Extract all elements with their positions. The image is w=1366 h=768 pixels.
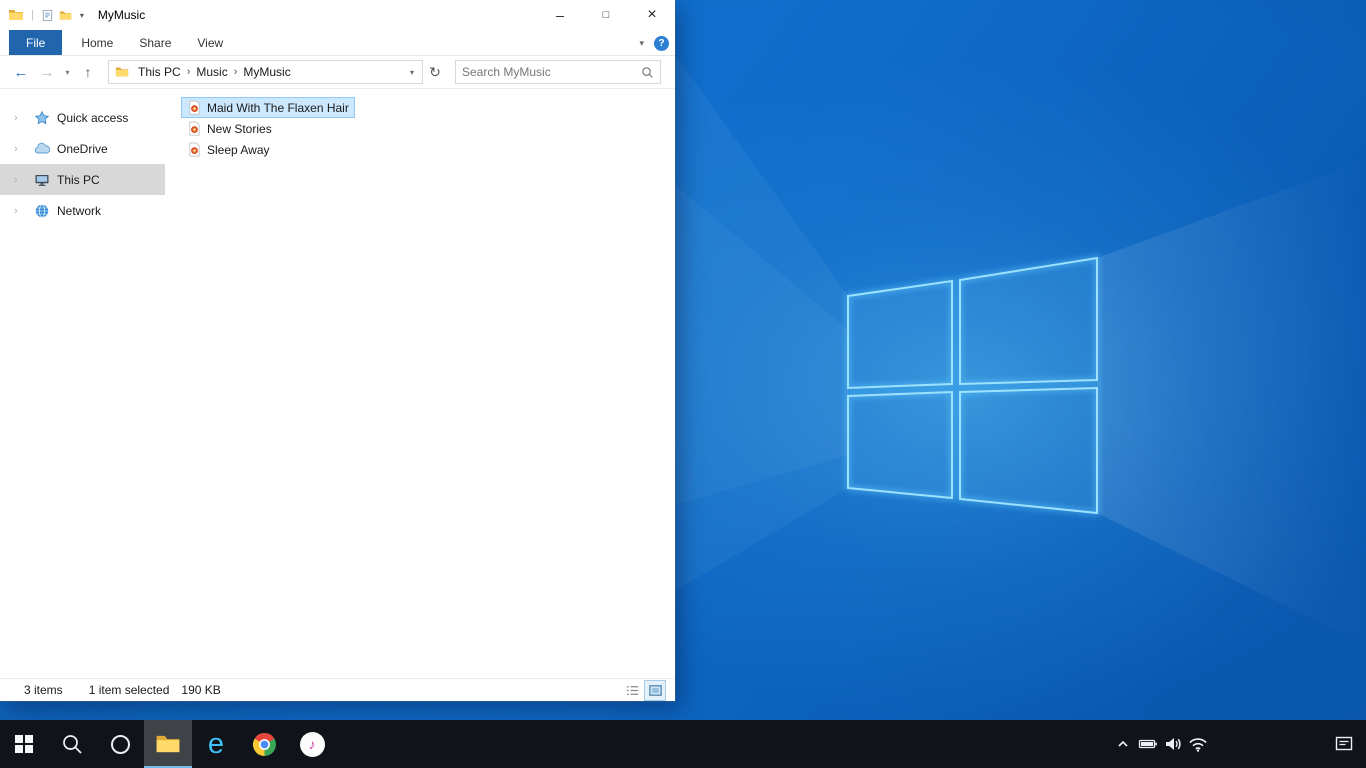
tab-home[interactable]: Home bbox=[68, 30, 126, 55]
refresh-button[interactable]: ↻ bbox=[423, 64, 447, 81]
file-item-selected[interactable]: Maid With The Flaxen Hair bbox=[181, 97, 355, 118]
quick-access-star-icon bbox=[34, 110, 50, 126]
file-list: Maid With The Flaxen Hair New Stories Sl… bbox=[165, 89, 675, 678]
expander-chevron-icon[interactable]: › bbox=[14, 143, 18, 155]
taskbar-internet-explorer-button[interactable]: e bbox=[192, 720, 240, 768]
audio-file-icon bbox=[187, 100, 202, 115]
status-bar: 3 items 1 item selected 190 KB bbox=[0, 678, 675, 701]
qat-properties-button[interactable] bbox=[39, 4, 57, 26]
taskbar-chrome-button[interactable] bbox=[240, 720, 288, 768]
window-controls: – □ × bbox=[537, 0, 675, 30]
qat-customize-chevron-icon[interactable]: ▾ bbox=[75, 11, 89, 20]
help-button[interactable]: ? bbox=[654, 35, 669, 51]
tray-spacer bbox=[1210, 720, 1322, 768]
start-button[interactable] bbox=[0, 720, 48, 768]
desktop: | ▾ MyMusic – □ × File Home Share View ▾ bbox=[0, 0, 1366, 768]
breadcrumb-music[interactable]: Music bbox=[191, 65, 232, 79]
tab-share[interactable]: Share bbox=[126, 30, 184, 55]
breadcrumb-mymusic[interactable]: MyMusic bbox=[238, 65, 295, 79]
thumbnail-view-icon bbox=[648, 684, 662, 696]
expander-chevron-icon[interactable]: › bbox=[14, 112, 18, 124]
audio-file-icon bbox=[187, 142, 202, 157]
navigation-bar: ← → ▾ ↑ This PC › Music › MyMusic ▾ ↻ bbox=[0, 56, 675, 89]
maximize-button[interactable]: □ bbox=[583, 0, 629, 30]
details-view-icon bbox=[626, 685, 638, 695]
sidebar-item-label: Network bbox=[57, 203, 102, 218]
this-pc-monitor-icon bbox=[34, 172, 50, 188]
file-name: Maid With The Flaxen Hair bbox=[207, 100, 349, 115]
battery-icon[interactable] bbox=[1135, 720, 1160, 768]
file-explorer-window: | ▾ MyMusic – □ × File Home Share View ▾ bbox=[0, 0, 675, 701]
network-globe-icon bbox=[34, 203, 50, 219]
close-button[interactable]: × bbox=[629, 0, 675, 30]
titlebar[interactable]: | ▾ MyMusic – □ × bbox=[0, 0, 675, 30]
wifi-icon[interactable] bbox=[1185, 720, 1210, 768]
ribbon-expand-chevron-icon[interactable]: ▾ bbox=[639, 38, 644, 49]
window-title: MyMusic bbox=[97, 8, 146, 22]
action-center-icon bbox=[1335, 736, 1353, 751]
recent-locations-chevron-icon[interactable]: ▾ bbox=[60, 68, 75, 77]
volume-icon[interactable] bbox=[1160, 720, 1185, 768]
forward-button[interactable]: → bbox=[34, 65, 60, 80]
windows-start-icon bbox=[15, 735, 33, 753]
sidebar-item-onedrive[interactable]: › OneDrive bbox=[0, 133, 165, 164]
app-folder-icon bbox=[8, 7, 24, 23]
search-icon bbox=[63, 735, 82, 754]
new-folder-icon bbox=[60, 10, 72, 20]
internet-explorer-icon: e bbox=[207, 727, 225, 760]
ribbon-tab-bar: File Home Share View ▾ ? bbox=[0, 30, 675, 56]
expander-chevron-icon[interactable]: › bbox=[14, 205, 18, 217]
file-name: Sleep Away bbox=[207, 142, 270, 157]
minimize-button[interactable]: – bbox=[537, 0, 583, 30]
breadcrumb-this-pc[interactable]: This PC bbox=[133, 65, 186, 79]
properties-icon bbox=[43, 9, 53, 21]
search-input[interactable] bbox=[462, 65, 641, 79]
up-button[interactable]: ↑ bbox=[75, 65, 101, 79]
address-folder-icon bbox=[115, 65, 129, 79]
cortana-circle-icon bbox=[110, 734, 130, 754]
address-bar[interactable]: This PC › Music › MyMusic ▾ bbox=[108, 60, 423, 84]
thumbnail-view-button[interactable] bbox=[645, 680, 665, 700]
file-item[interactable]: New Stories bbox=[181, 118, 278, 139]
sidebar-item-label: OneDrive bbox=[57, 141, 108, 156]
taskbar-itunes-button[interactable]: ♪ bbox=[288, 720, 336, 768]
search-box bbox=[455, 60, 661, 84]
sidebar-item-network[interactable]: › Network bbox=[0, 195, 165, 226]
tab-view[interactable]: View bbox=[184, 30, 236, 55]
audio-file-icon bbox=[187, 121, 202, 136]
status-selection: 1 item selected bbox=[88, 683, 170, 697]
details-view-button[interactable] bbox=[622, 681, 642, 700]
taskbar-file-explorer-button[interactable] bbox=[144, 720, 192, 768]
navigation-pane: › Quick access › OneDrive › This PC › Ne… bbox=[0, 89, 165, 678]
qat-new-folder-button[interactable] bbox=[57, 4, 75, 26]
file-item[interactable]: Sleep Away bbox=[181, 139, 276, 160]
tab-file[interactable]: File bbox=[9, 30, 63, 55]
chrome-icon bbox=[252, 732, 276, 756]
sidebar-item-quick-access[interactable]: › Quick access bbox=[0, 102, 165, 133]
sidebar-item-this-pc[interactable]: › This PC bbox=[0, 164, 165, 195]
onedrive-cloud-icon bbox=[34, 141, 50, 157]
qat-separator: | bbox=[31, 9, 34, 21]
action-center-button[interactable] bbox=[1322, 720, 1366, 768]
expander-chevron-icon[interactable]: › bbox=[14, 174, 18, 186]
sidebar-item-label: This PC bbox=[57, 172, 100, 187]
cortana-button[interactable] bbox=[96, 720, 144, 768]
breadcrumb: This PC › Music › MyMusic bbox=[133, 65, 404, 79]
taskbar-search-button[interactable] bbox=[48, 720, 96, 768]
status-item-count: 3 items bbox=[24, 683, 63, 697]
back-button[interactable]: ← bbox=[8, 65, 34, 80]
system-tray bbox=[1110, 720, 1366, 768]
status-selection-size: 190 KB bbox=[181, 683, 221, 697]
file-explorer-icon bbox=[156, 735, 180, 753]
search-icon[interactable] bbox=[641, 66, 654, 79]
sidebar-item-label: Quick access bbox=[57, 110, 129, 125]
hidden-icons-chevron-icon[interactable] bbox=[1110, 720, 1135, 768]
taskbar: e ♪ bbox=[0, 720, 1366, 768]
address-dropdown-chevron-icon[interactable]: ▾ bbox=[404, 68, 420, 77]
window-body: › Quick access › OneDrive › This PC › Ne… bbox=[0, 89, 675, 678]
file-name: New Stories bbox=[207, 121, 272, 136]
view-toggles bbox=[622, 680, 665, 700]
itunes-icon: ♪ bbox=[299, 731, 325, 757]
